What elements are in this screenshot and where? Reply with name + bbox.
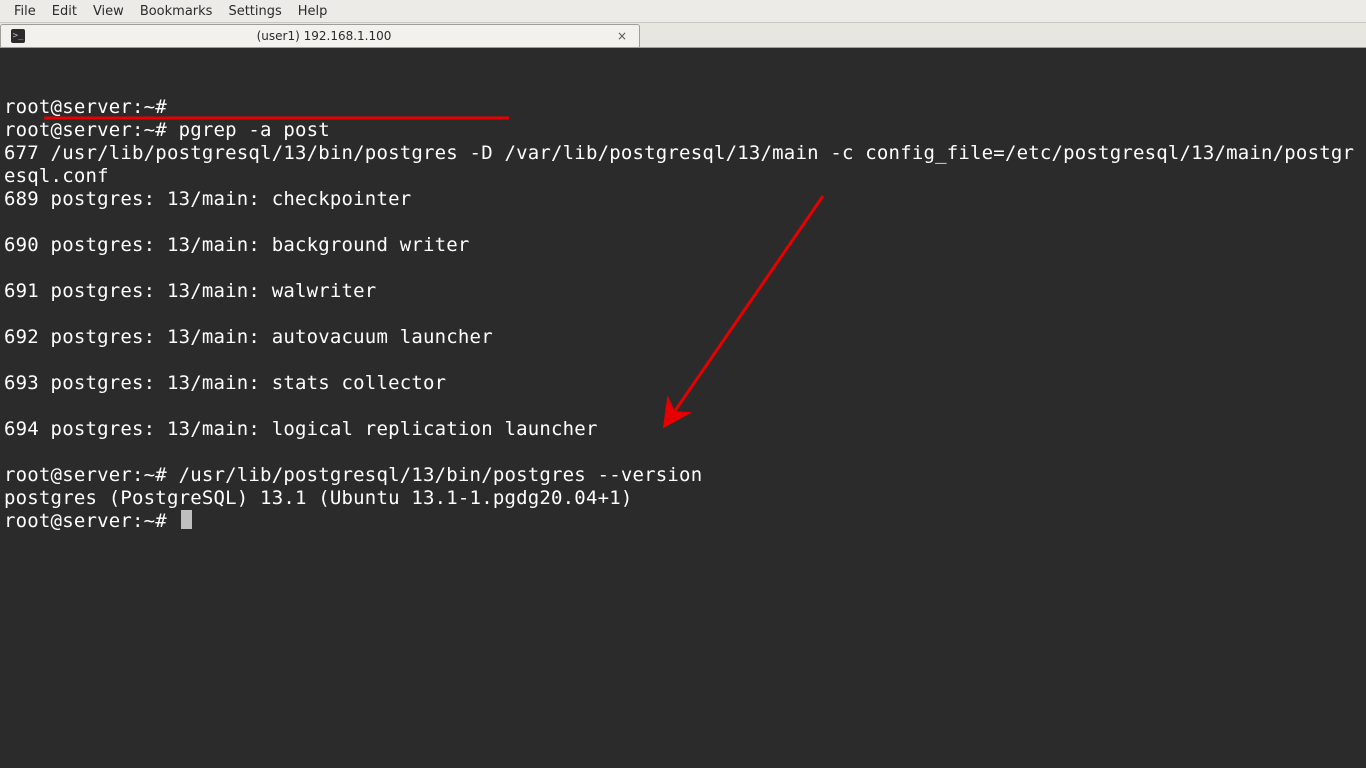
terminal-output[interactable]: root@server:~#root@server:~# pgrep -a po… xyxy=(0,48,1366,768)
terminal-line: 689 postgres: 13/main: checkpointer xyxy=(4,188,1362,211)
menu-file[interactable]: File xyxy=(6,2,44,21)
tab-session[interactable]: >_ (user1) 192.168.1.100 × xyxy=(0,24,640,47)
terminal-blank-line xyxy=(4,441,1362,464)
terminal-line: 693 postgres: 13/main: stats collector xyxy=(4,372,1362,395)
terminal-line: root@server:~# xyxy=(4,510,1362,533)
menu-bookmarks[interactable]: Bookmarks xyxy=(132,2,221,21)
close-icon[interactable]: × xyxy=(615,29,629,43)
terminal-line: 691 postgres: 13/main: walwriter xyxy=(4,280,1362,303)
menu-view[interactable]: View xyxy=(85,2,132,21)
terminal-blank-line xyxy=(4,257,1362,280)
terminal-line: 677 /usr/lib/postgresql/13/bin/postgres … xyxy=(4,142,1362,188)
menubar: File Edit View Bookmarks Settings Help xyxy=(0,0,1366,23)
terminal-cursor xyxy=(181,510,192,529)
terminal-blank-line xyxy=(4,395,1362,418)
terminal-line: 694 postgres: 13/main: logical replicati… xyxy=(4,418,1362,441)
terminal-blank-line xyxy=(4,349,1362,372)
tabbar: >_ (user1) 192.168.1.100 × xyxy=(0,23,1366,48)
terminal-line: 692 postgres: 13/main: autovacuum launch… xyxy=(4,326,1362,349)
terminal-blank-line xyxy=(4,303,1362,326)
terminal-line: root@server:~# /usr/lib/postgresql/13/bi… xyxy=(4,464,1362,487)
terminal-line: root@server:~# pgrep -a post xyxy=(4,119,1362,142)
terminal-line: 690 postgres: 13/main: background writer xyxy=(4,234,1362,257)
tab-title: (user1) 192.168.1.100 xyxy=(33,29,615,43)
menu-settings[interactable]: Settings xyxy=(220,2,289,21)
terminal-line: root@server:~# xyxy=(4,96,1362,119)
terminal-blank-line xyxy=(4,211,1362,234)
menu-help[interactable]: Help xyxy=(290,2,336,21)
terminal-line: postgres (PostgreSQL) 13.1 (Ubuntu 13.1-… xyxy=(4,487,1362,510)
terminal-icon: >_ xyxy=(11,29,25,43)
menu-edit[interactable]: Edit xyxy=(44,2,85,21)
